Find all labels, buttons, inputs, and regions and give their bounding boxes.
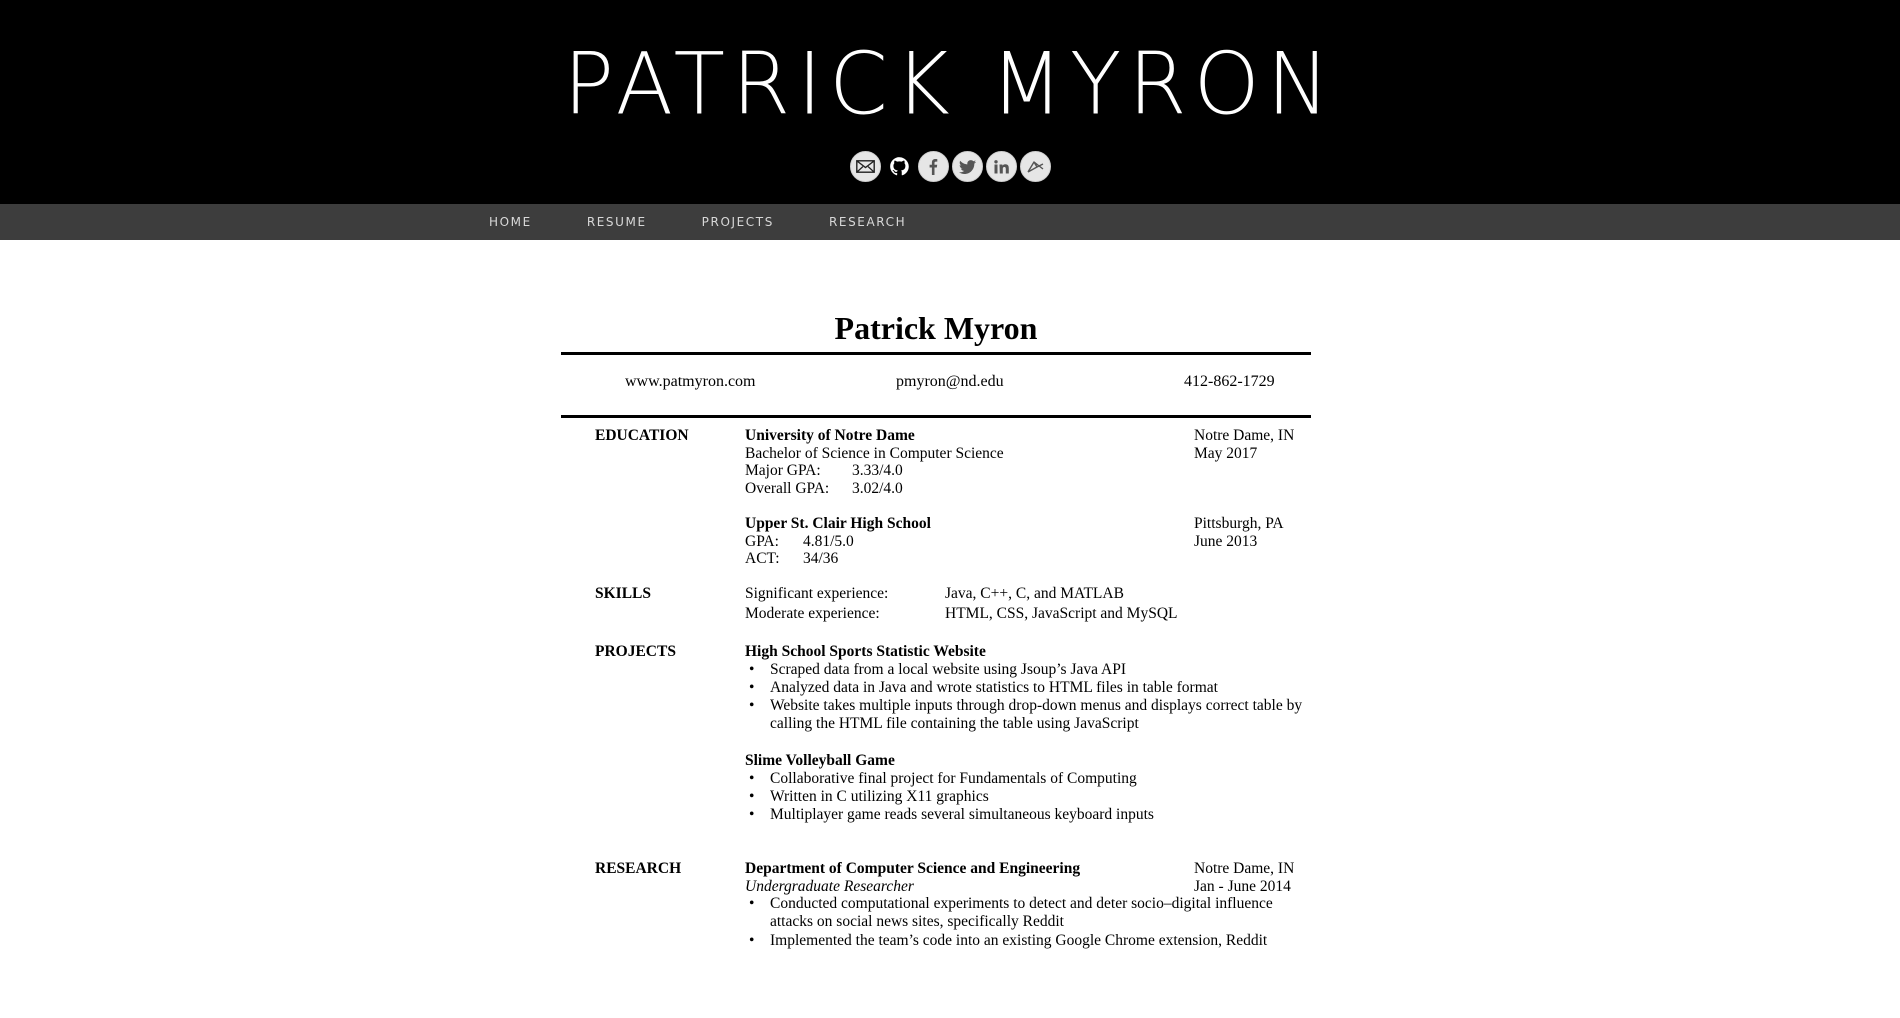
- skill-level: Moderate experience:: [745, 605, 880, 622]
- gpa-label: Major GPA:: [745, 462, 821, 480]
- nav-research[interactable]: RESEARCH: [816, 215, 919, 229]
- skill-level: Significant experience:: [745, 585, 889, 602]
- site-header: PATRICK MYRON: [0, 0, 1900, 204]
- act-value: 34/36: [803, 550, 839, 568]
- gpa-label: GPA:: [745, 532, 779, 550]
- research-location: Notre Dame, IN: [1194, 860, 1295, 877]
- skill-row: Significant experience: Java, C++, C, an…: [745, 584, 1305, 604]
- bullet-item: Conducted computational experiments to d…: [745, 895, 1275, 932]
- gpa-value: 3.02/4.0: [852, 479, 903, 497]
- research-label: RESEARCH: [595, 860, 682, 877]
- school-location-date: Notre Dame, IN May 2017: [1194, 427, 1294, 462]
- bullet-item: Analyzed data in Java and wrote statisti…: [745, 679, 1305, 698]
- research-location-date: Notre Dame, IN Jan - June 2014: [1194, 860, 1294, 895]
- email-icon[interactable]: [849, 151, 881, 182]
- skills-label: SKILLS: [595, 585, 652, 602]
- project-bullets: Collaborative final project for Fundamen…: [745, 770, 1305, 825]
- resume-name: Patrick Myron: [834, 310, 1038, 346]
- school-location: Notre Dame, IN: [1194, 427, 1295, 444]
- facebook-icon[interactable]: [917, 151, 949, 182]
- linkedin-icon[interactable]: [985, 151, 1017, 182]
- bullet-item: Website takes multiple inputs through dr…: [745, 697, 1305, 734]
- skill-list: HTML, CSS, JavaScript and MySQL: [945, 605, 1178, 622]
- act-label: ACT:: [745, 550, 780, 568]
- resume-phone: 412-862-1729: [1184, 373, 1275, 390]
- act-line: ACT: 34/36: [745, 550, 1305, 568]
- nav-resume[interactable]: RESUME: [574, 215, 660, 229]
- gpa-label: Overall GPA:: [745, 479, 830, 497]
- project-slime-volleyball: Slime Volleyball Game Collaborative fina…: [745, 752, 1305, 825]
- nav-bar: HOME RESUME PROJECTS RESEARCH: [0, 204, 1900, 240]
- contact-row: www.patmyron.com pmyron@nd.edu 412-862-1…: [561, 355, 1311, 415]
- project-sports-website: High School Sports Statistic Website Scr…: [745, 643, 1305, 734]
- project-title: Slime Volleyball Game: [745, 752, 895, 769]
- school-location: Pittsburgh, PA: [1194, 515, 1284, 532]
- resume-body: EDUCATION University of Notre Dame Bache…: [561, 418, 1311, 1018]
- school-date: May 2017: [1194, 444, 1258, 462]
- project-title: High School Sports Statistic Website: [745, 643, 986, 660]
- bullet-item: Implemented the team’s code into an exis…: [745, 932, 1275, 951]
- research-bullets: Conducted computational experiments to d…: [745, 895, 1275, 950]
- main-nav: HOME RESUME PROJECTS RESEARCH: [476, 204, 948, 240]
- school-date: June 2013: [1194, 532, 1258, 550]
- skills-block: Significant experience: Java, C++, C, an…: [745, 584, 1305, 624]
- gpa-value: 3.33/4.0: [852, 462, 903, 480]
- codepen-icon[interactable]: [1019, 151, 1051, 182]
- nav-projects[interactable]: PROJECTS: [689, 215, 787, 229]
- social-links: [0, 151, 1900, 182]
- education-label: EDUCATION: [595, 427, 689, 444]
- skill-row: Moderate experience: HTML, CSS, JavaScri…: [745, 604, 1305, 624]
- projects-label: PROJECTS: [595, 643, 676, 660]
- gpa-value: 4.81/5.0: [803, 532, 854, 550]
- gpa-line: Overall GPA: 3.02/4.0: [745, 480, 1305, 498]
- skill-list: Java, C++, C, and MATLAB: [945, 585, 1124, 602]
- resume-website[interactable]: www.patmyron.com: [625, 373, 756, 391]
- gpa-line: Major GPA: 3.33/4.0: [745, 462, 1305, 480]
- bullet-item: Collaborative final project for Fundamen…: [745, 770, 1305, 789]
- resume-document: Patrick Myron www.patmyron.com pmyron@nd…: [561, 304, 1311, 1018]
- nav-home[interactable]: HOME: [476, 215, 545, 229]
- resume-email[interactable]: pmyron@nd.edu: [896, 373, 1004, 391]
- github-icon[interactable]: [883, 151, 915, 182]
- research-date: Jan - June 2014: [1194, 877, 1291, 895]
- twitter-icon[interactable]: [951, 151, 983, 182]
- site-title: PATRICK MYRON: [563, 34, 1337, 134]
- bullet-item: Scraped data from a local website using …: [745, 661, 1305, 680]
- project-bullets: Scraped data from a local website using …: [745, 661, 1305, 734]
- bullet-item: Multiplayer game reads several simultane…: [745, 806, 1305, 825]
- school-location-date: Pittsburgh, PA June 2013: [1194, 515, 1284, 550]
- bullet-item: Written in C utilizing X11 graphics: [745, 788, 1305, 807]
